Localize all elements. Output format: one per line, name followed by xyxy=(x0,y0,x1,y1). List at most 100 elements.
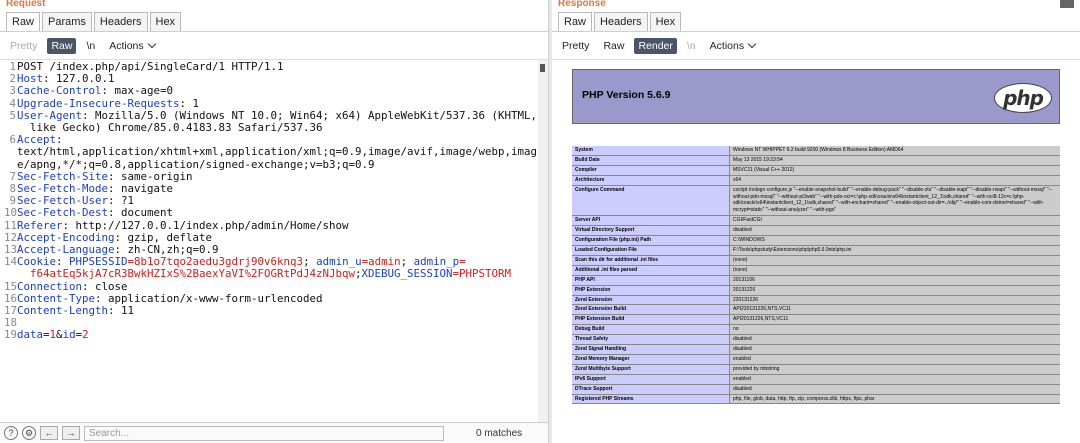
phpinfo-row: Build Date May 13 2015 19:23:54 xyxy=(572,155,1060,166)
actions-label: Actions xyxy=(709,39,745,52)
phpinfo-key: Zend Memory Manager xyxy=(572,354,730,364)
phpinfo-header: PHP Version 5.6.9 php xyxy=(572,69,1060,124)
phpinfo-value: MSVC11 (Visual C++ 2012) xyxy=(730,165,1060,175)
phpinfo-row: Additional .ini files parsed (none) xyxy=(572,265,1060,276)
line-text: like Gecko) Chrome/85.0.4183.83 Safari/5… xyxy=(17,121,323,135)
actions-label: Actions xyxy=(109,39,144,52)
text-segment: ; xyxy=(400,255,414,269)
tab-hex[interactable]: Hex xyxy=(649,12,682,31)
header-name: PHPSESSID xyxy=(69,255,128,269)
tab-raw[interactable]: Raw xyxy=(6,12,41,31)
header-name: Content-Length xyxy=(17,304,109,318)
raw-button[interactable]: Raw xyxy=(599,38,628,54)
search-input[interactable]: Search... xyxy=(84,425,444,441)
phpinfo-value: (none) xyxy=(730,265,1060,275)
phpinfo-row: Zend Extension 220131226 xyxy=(572,295,1060,306)
phpinfo-value: F:\Tools\phpstudy\Extensions\php\php5.6.… xyxy=(730,245,1060,255)
tab-headers[interactable]: Headers xyxy=(594,12,648,31)
phpinfo-key: Zend Multibyte Support xyxy=(572,364,730,374)
phpinfo-value: x64 xyxy=(730,175,1060,185)
text-segment: like Gecko) Chrome/85.0.4183.83 Safari/5… xyxy=(30,121,323,135)
response-pane: Response Raw Headers Hex Pretty Raw Rend… xyxy=(552,0,1080,443)
line-number xyxy=(4,268,16,280)
line-number: 5 xyxy=(9,108,16,122)
text-segment: : max-age=0 xyxy=(101,84,174,98)
phpinfo-row: Thread Safety disabled xyxy=(572,335,1060,346)
php-logo: php xyxy=(994,83,1052,113)
text-segment: : ?1 xyxy=(108,194,135,208)
tab-params[interactable]: Params xyxy=(42,12,92,31)
header-name: Connection xyxy=(17,279,83,293)
pretty-button[interactable]: Pretty xyxy=(6,38,41,54)
header-name: Accept xyxy=(17,133,57,147)
next-match-button[interactable]: → xyxy=(62,426,80,440)
text-segment: : xyxy=(56,133,63,147)
layout-toggle-icon[interactable] xyxy=(1060,0,1074,8)
tab-headers[interactable]: Headers xyxy=(93,12,148,31)
actions-dropdown[interactable]: Actions xyxy=(706,38,759,54)
tab-hex[interactable]: Hex xyxy=(149,12,182,31)
chevron-down-icon xyxy=(147,39,156,49)
phpinfo-value: php, file, glob, data, http, ftp, zip, c… xyxy=(730,394,1060,404)
tab-raw[interactable]: Raw xyxy=(558,12,593,31)
line-number: 3 xyxy=(9,84,16,98)
phpinfo-value: disabled xyxy=(730,345,1060,354)
text-segment: text/html,application/xhtml+xml,applicat… xyxy=(17,145,538,159)
text-segment: : close xyxy=(82,279,128,293)
param-value: 2 xyxy=(82,328,89,342)
text-segment: : Mozilla/5.0 (Windows NT 10.0; Win64; x… xyxy=(82,108,538,122)
header-name: Host xyxy=(17,72,44,86)
previous-match-button[interactable]: ← xyxy=(40,426,58,440)
request-toolbar: Pretty Raw \n Actions xyxy=(0,32,548,60)
param-value: =8b1o7tqo2aedu3gdrj90v6knq3 xyxy=(127,255,304,269)
phpinfo-value: disabled xyxy=(730,335,1060,345)
phpinfo-key: PHP Extension xyxy=(572,285,730,295)
phpinfo-value: 20131226 xyxy=(730,285,1060,295)
param-value: =admin xyxy=(361,255,401,269)
response-tabs: Raw Headers Hex xyxy=(552,10,1080,32)
request-line: 19 data=1&id=2 xyxy=(4,329,539,341)
phpinfo-value: enabled xyxy=(730,374,1060,384)
phpinfo-row: Architecture x64 xyxy=(572,175,1060,186)
phpinfo-key: Additional .ini files parsed xyxy=(572,265,730,275)
phpinfo-value: 20131106 xyxy=(730,275,1060,285)
phpinfo-key: Virtual Directory Support xyxy=(572,226,730,236)
request-editor[interactable]: 1 POST /index.php/api/SingleCard/1 HTTP/1… xyxy=(0,60,539,422)
request-line: like Gecko) Chrome/85.0.4183.83 Safari/5… xyxy=(4,121,539,135)
actions-dropdown[interactable]: Actions xyxy=(105,38,158,54)
header-name: User-Agent xyxy=(17,108,83,122)
param-value: = xyxy=(459,255,466,269)
phpinfo-key: Configure Command xyxy=(572,185,730,216)
pretty-button[interactable]: Pretty xyxy=(558,38,593,54)
text-segment: POST /index.php/api/SingleCard/1 HTTP/1.… xyxy=(17,60,284,73)
phpinfo-key: Registered PHP Streams xyxy=(572,394,730,404)
phpinfo-key: Thread Safety xyxy=(572,335,730,345)
request-scrollbar[interactable] xyxy=(538,60,548,422)
phpinfo-value: enabled xyxy=(730,354,1060,364)
header-name: admin_u xyxy=(316,255,362,269)
header-name: Sec-Fetch-Site xyxy=(17,169,109,183)
raw-button[interactable]: Raw xyxy=(47,37,77,54)
line-number: 14 xyxy=(4,255,18,269)
phpinfo-key: Architecture xyxy=(572,175,730,185)
newline-toggle[interactable]: \n xyxy=(683,38,700,54)
phpinfo-row: Configure Command cscript /nologo configu… xyxy=(572,185,1060,217)
phpinfo-value: API20131226,NTS,VC11 xyxy=(730,315,1060,325)
newline-toggle[interactable]: \n xyxy=(82,38,99,54)
phpinfo-row: Virtual Directory Support disabled xyxy=(572,226,1060,237)
phpinfo-value: Windows NT WHIPPET 6.2 build 9200 (Windo… xyxy=(730,146,1060,155)
text-segment: : xyxy=(56,255,70,269)
render-button[interactable]: Render xyxy=(634,37,677,54)
php-version-title: PHP Version 5.6.9 xyxy=(582,89,671,101)
phpinfo-key: Loaded Configuration File xyxy=(572,245,730,255)
line-number: 11 xyxy=(4,218,18,232)
phpinfo-value: (none) xyxy=(730,255,1060,265)
help-icon[interactable]: ? xyxy=(4,426,18,440)
phpinfo-row: Zend Memory Manager enabled xyxy=(572,354,1060,365)
phpinfo-value: May 13 2015 19:23:54 xyxy=(730,155,1060,165)
header-name: Cache-Control xyxy=(17,84,102,98)
scrollbar-thumb[interactable] xyxy=(540,64,545,72)
phpinfo-value: no xyxy=(730,325,1060,335)
text-segment: : gzip, deflate xyxy=(114,230,213,244)
settings-gear-icon[interactable]: ⚙ xyxy=(22,426,36,440)
